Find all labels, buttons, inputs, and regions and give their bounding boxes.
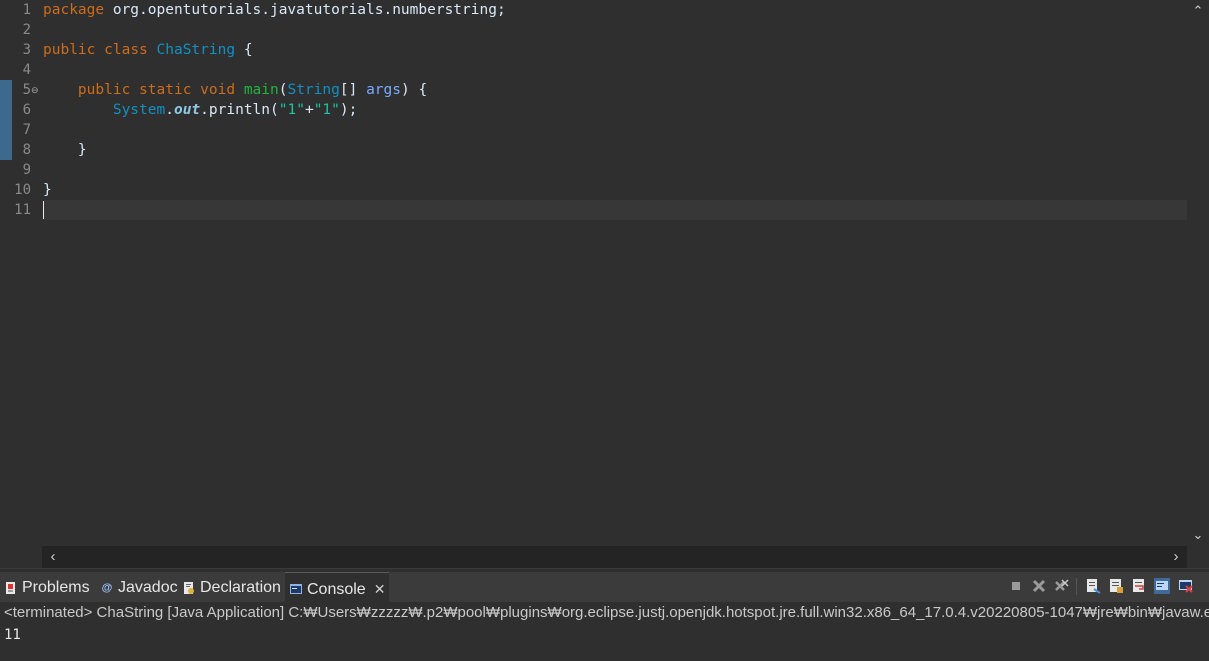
clear-console-icon[interactable] xyxy=(1085,578,1101,594)
class-name: System xyxy=(112,102,166,118)
horizontal-scrollbar[interactable]: ‹ › xyxy=(42,546,1187,568)
toolbar-separator xyxy=(1076,578,1077,595)
tab-label: Console xyxy=(307,581,366,598)
line-number: 6 xyxy=(22,102,31,118)
line-number: 8 xyxy=(22,142,31,158)
current-line-highlight[interactable] xyxy=(43,200,1187,220)
tab-label: Declaration xyxy=(200,579,281,596)
javadoc-icon: @ xyxy=(101,582,113,594)
code-text: } xyxy=(43,182,52,198)
word-wrap-icon[interactable] xyxy=(1131,578,1147,594)
console-icon xyxy=(289,582,303,596)
line-number: 10 xyxy=(14,182,31,198)
static-field: out xyxy=(173,102,201,118)
scroll-lock-icon[interactable] xyxy=(1108,578,1124,594)
code-editor[interactable]: 1 2 3 4 5 ⊖ 6 7 8 9 10 11 package org.op… xyxy=(0,0,1209,569)
vertical-scrollbar[interactable]: ⌃ ⌄ xyxy=(1187,0,1209,546)
close-icon[interactable]: ✕ xyxy=(374,581,386,597)
fold-toggle-icon[interactable]: ⊖ xyxy=(31,80,39,100)
code-text: } xyxy=(77,142,87,158)
tab-javadoc[interactable]: @ Javadoc xyxy=(96,572,178,602)
line-number: 5 xyxy=(22,82,31,98)
code-text: ); xyxy=(339,102,358,118)
console-status-line: <terminated> ChaString [Java Application… xyxy=(4,604,1209,621)
line-number: 1 xyxy=(22,2,31,18)
keyword: static xyxy=(139,82,192,98)
code-text: org.opentutorials.javatutorials.numberst… xyxy=(104,2,506,18)
parameter-name: args xyxy=(366,82,401,98)
display-selected-console-icon[interactable] xyxy=(1178,578,1194,594)
code-text: . xyxy=(165,102,174,118)
code-text: + xyxy=(304,102,314,118)
type-name: String xyxy=(287,82,340,98)
remove-launch-icon[interactable] xyxy=(1031,578,1047,594)
method-name: main xyxy=(243,82,279,98)
code-line[interactable]: System.out.println("1"+"1"); xyxy=(43,100,1187,120)
declaration-icon xyxy=(182,581,196,595)
scroll-up-icon[interactable]: ⌃ xyxy=(1187,2,1209,20)
keyword: public xyxy=(43,42,96,58)
scroll-right-icon[interactable]: › xyxy=(1167,546,1185,568)
string-literal: "1" xyxy=(313,102,340,118)
remove-all-terminated-icon[interactable] xyxy=(1054,578,1070,594)
code-line[interactable]: } xyxy=(43,140,1187,160)
terminate-icon[interactable] xyxy=(1008,578,1024,594)
line-number: 2 xyxy=(22,22,31,38)
code-text: { xyxy=(235,42,253,58)
panel-tab-bar: Problems @ Javadoc Declaration Console ✕ xyxy=(0,572,1209,602)
line-number: 9 xyxy=(22,162,31,178)
string-literal: "1" xyxy=(278,102,305,118)
line-number: 4 xyxy=(22,62,31,78)
console-panel: Problems @ Javadoc Declaration Console ✕ <… xyxy=(0,572,1209,661)
line-number: 11 xyxy=(14,202,31,218)
scroll-left-icon[interactable]: ‹ xyxy=(44,546,62,568)
line-number-gutter: 1 2 3 4 5 ⊖ 6 7 8 9 10 11 xyxy=(0,0,42,546)
tab-declaration[interactable]: Declaration xyxy=(178,572,284,602)
keyword: package xyxy=(43,2,105,18)
code-line[interactable]: public static void main(String[] args) { xyxy=(43,80,1187,100)
tab-label: Problems xyxy=(22,579,90,596)
keyword: void xyxy=(200,82,236,98)
code-text: ) { xyxy=(401,82,428,98)
code-line[interactable]: package org.opentutorials.javatutorials.… xyxy=(43,0,1187,20)
keyword: public xyxy=(77,82,131,98)
code-text: [] xyxy=(339,82,367,98)
scroll-down-icon[interactable]: ⌄ xyxy=(1187,526,1209,544)
keyword: class xyxy=(104,42,148,58)
class-name: ChaString xyxy=(156,42,236,58)
code-line[interactable]: public class ChaString { xyxy=(43,40,1187,60)
line-number: 7 xyxy=(22,122,31,138)
problems-icon xyxy=(4,581,18,595)
tab-label: Javadoc xyxy=(118,579,178,596)
code-line[interactable]: } xyxy=(43,180,1187,200)
tab-console[interactable]: Console ✕ xyxy=(285,572,389,602)
code-text: .println( xyxy=(200,102,279,118)
line-number: 3 xyxy=(22,42,31,58)
pin-console-icon[interactable] xyxy=(1154,578,1170,594)
tab-problems[interactable]: Problems xyxy=(0,572,92,602)
code-area[interactable]: package org.opentutorials.javatutorials.… xyxy=(43,0,1187,546)
text-caret xyxy=(43,201,44,219)
console-output[interactable]: 11 xyxy=(4,625,21,645)
